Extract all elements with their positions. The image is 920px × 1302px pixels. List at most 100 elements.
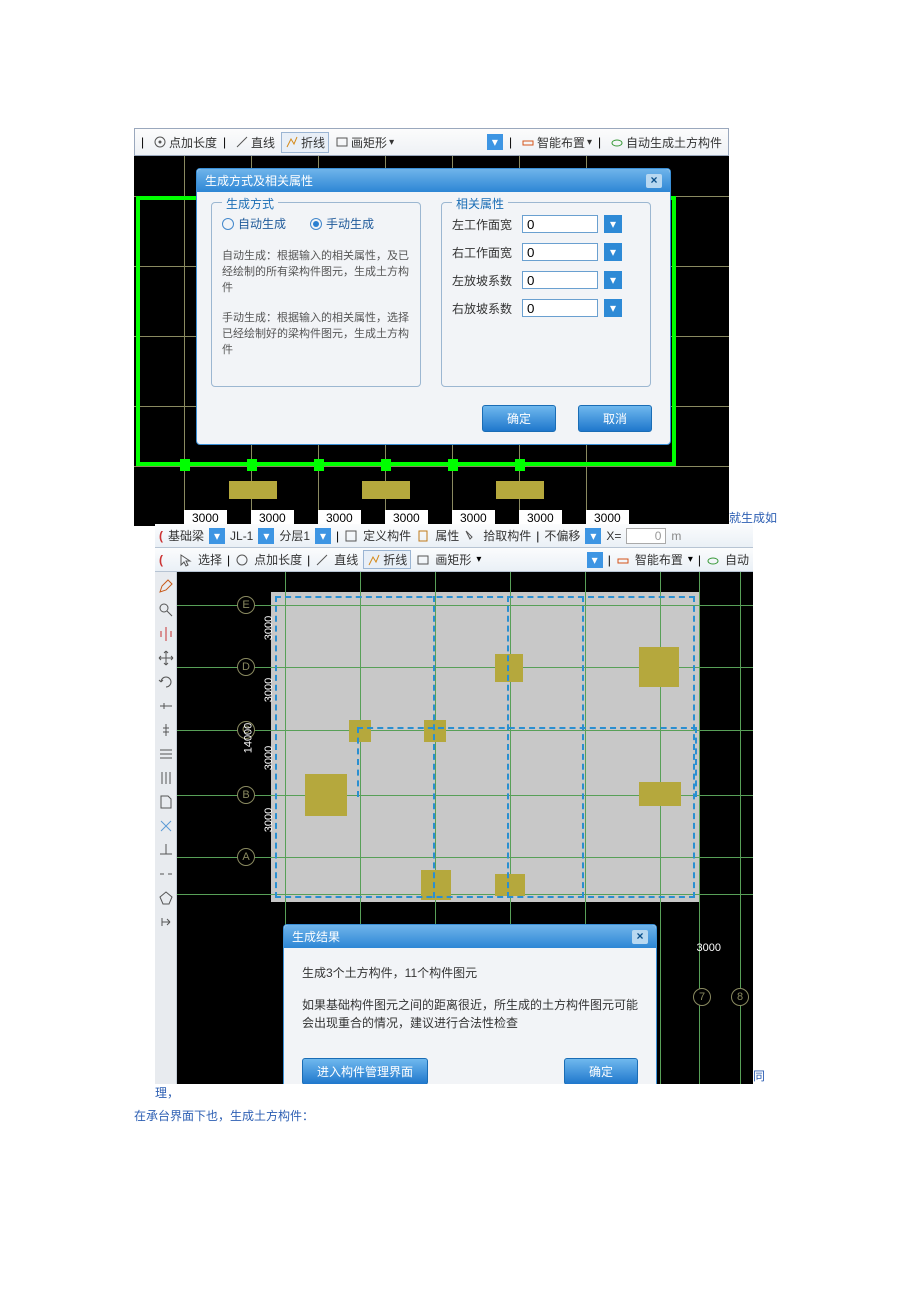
viewport-2[interactable]: E D C B A 3000 3000 14000 3000 3000 3000… — [177, 572, 753, 1084]
mark-icon[interactable] — [158, 698, 174, 714]
dropdown-button[interactable]: ▾ — [587, 552, 603, 568]
pentagon-icon[interactable] — [158, 890, 174, 906]
vert-icon[interactable] — [158, 722, 174, 738]
ok-button[interactable]: 确定 — [482, 405, 556, 432]
tool-straight-line[interactable]: 直线 — [235, 134, 275, 151]
dropdown-button[interactable]: ▾ — [315, 528, 331, 544]
close-icon[interactable]: × — [646, 174, 662, 188]
chevron-down-icon: ▾ — [688, 554, 693, 565]
pad — [496, 481, 544, 499]
polyline-icon — [285, 135, 299, 149]
caption-after-1: 就生成如 — [729, 511, 777, 525]
tool-polyline[interactable]: 折线 — [281, 132, 329, 153]
prop-row: 左放坡系数 ▾ — [452, 271, 640, 289]
canvas-1: 3000 3000 3000 3000 3000 3000 3000 生成方式及… — [134, 156, 729, 526]
tool-auto-earth[interactable]: 自动生成土方构件 — [610, 134, 722, 151]
dropdown-button[interactable]: ▾ — [604, 215, 622, 233]
beam-type-select[interactable]: 基础梁 — [168, 527, 204, 544]
dropdown-button[interactable]: ▾ — [604, 271, 622, 289]
target-icon — [235, 553, 249, 567]
dropdown-button[interactable]: ▾ — [604, 243, 622, 261]
axis-bubble: 8 — [731, 988, 749, 1006]
axis-dim: 3000 — [263, 616, 275, 640]
label: 自动生成 — [238, 215, 286, 232]
magnify-icon[interactable] — [158, 602, 174, 618]
dropdown-button[interactable]: ▾ — [209, 528, 225, 544]
radio-manual[interactable]: 手动生成 — [310, 215, 374, 232]
tool-smart-layout[interactable]: 智能布置 ▾ — [521, 134, 592, 151]
line-tool[interactable]: 直线 — [334, 551, 358, 568]
smart-icon — [521, 135, 535, 149]
label: 折线 — [301, 134, 325, 151]
radio-auto[interactable]: 自动生成 — [222, 215, 286, 232]
add-len-tool[interactable]: 点加长度 — [254, 551, 302, 568]
label: 折线 — [383, 551, 407, 568]
rect-tool[interactable]: 画矩形 — [435, 551, 471, 568]
dialog-title: 生成结果 — [292, 928, 340, 945]
beam-col — [247, 459, 257, 471]
cross-icon[interactable] — [158, 818, 174, 834]
pick-button[interactable]: 拾取构件 — [483, 527, 531, 544]
dropdown-button[interactable]: ▾ — [258, 528, 274, 544]
x-label: X= — [606, 529, 621, 543]
smart-tool[interactable]: 智能布置 — [635, 551, 683, 568]
axis-bubble: B — [237, 786, 255, 804]
left-width-input[interactable] — [522, 215, 598, 233]
grid-h-icon[interactable] — [158, 746, 174, 762]
offset-select[interactable]: 不偏移 — [544, 527, 580, 544]
label: 右放坡系数 — [452, 300, 516, 317]
component-select[interactable]: JL-1 — [230, 529, 253, 543]
grid-line — [740, 572, 741, 1084]
smart-icon — [616, 553, 630, 567]
close-icon[interactable]: × — [632, 930, 648, 944]
label: 智能布置 — [537, 134, 585, 151]
axis-dim: 3000 — [263, 746, 275, 770]
auto-tool[interactable]: 自动 — [725, 551, 749, 568]
label: 点加长度 — [169, 134, 217, 151]
doc-icon[interactable] — [158, 794, 174, 810]
left-toolbar — [155, 572, 177, 1084]
label: 手动生成 — [326, 215, 374, 232]
dropdown-button[interactable]: ▾ — [604, 299, 622, 317]
curb-outline — [275, 596, 435, 898]
perp-icon[interactable] — [158, 842, 174, 858]
toolbar-1: | 点加长度 | 直线 折线 画矩形 ▾ ▾ | — [134, 128, 729, 156]
canvas-2-wrap: E D C B A 3000 3000 14000 3000 3000 3000… — [155, 572, 753, 1084]
define-component[interactable]: 定义构件 — [363, 527, 411, 544]
caption-under: 下： — [0, 1084, 4, 1101]
left-slope-input[interactable] — [522, 271, 598, 289]
dropdown-button[interactable]: ▾ — [585, 528, 601, 544]
right-slope-input[interactable] — [522, 299, 598, 317]
ok-button[interactable]: 确定 — [564, 1058, 638, 1084]
dialog-gen-mode: 生成方式及相关属性 × 生成方式 自动生成 手动生成 自动生成：根据输入的相关属… — [196, 168, 671, 445]
props-button[interactable]: 属性 — [435, 527, 459, 544]
polyline-icon — [367, 553, 381, 567]
dropdown-button[interactable]: ▾ — [487, 134, 503, 150]
pick-icon — [464, 529, 478, 543]
rotate-icon[interactable] — [158, 674, 174, 690]
grid-v-icon[interactable] — [158, 770, 174, 786]
label: 右工作面宽 — [452, 244, 516, 261]
move-icon[interactable] — [158, 650, 174, 666]
select-tool[interactable]: 选择 — [198, 551, 222, 568]
x-input[interactable]: 0 — [626, 528, 666, 544]
beam-col — [381, 459, 391, 471]
goto-manage-button[interactable]: 进入构件管理界面 — [302, 1058, 428, 1084]
mirror-icon[interactable] — [158, 626, 174, 642]
define-icon — [344, 529, 358, 543]
arrow-icon[interactable] — [158, 914, 174, 930]
chevron-down-icon: ▾ — [476, 554, 481, 565]
pencil-icon[interactable] — [158, 578, 174, 594]
target-icon — [153, 135, 167, 149]
rect-icon — [416, 553, 430, 567]
dash-icon[interactable] — [158, 866, 174, 882]
tool-point-add-length[interactable]: 点加长度 — [153, 134, 217, 151]
rect-icon — [335, 135, 349, 149]
polyline-tool[interactable]: 折线 — [363, 550, 411, 569]
right-width-input[interactable] — [522, 243, 598, 261]
tool-rectangle[interactable]: 画矩形 ▾ — [335, 134, 394, 151]
layer-select[interactable]: 分层1 — [279, 527, 310, 544]
screenshot-2: ( 基础梁 ▾ JL-1 ▾ 分层1 ▾ | 定义构件 属性 拾取构件 | 不偏… — [155, 524, 753, 1084]
cancel-button[interactable]: 取消 — [578, 405, 652, 432]
axis-bubble: A — [237, 848, 255, 866]
